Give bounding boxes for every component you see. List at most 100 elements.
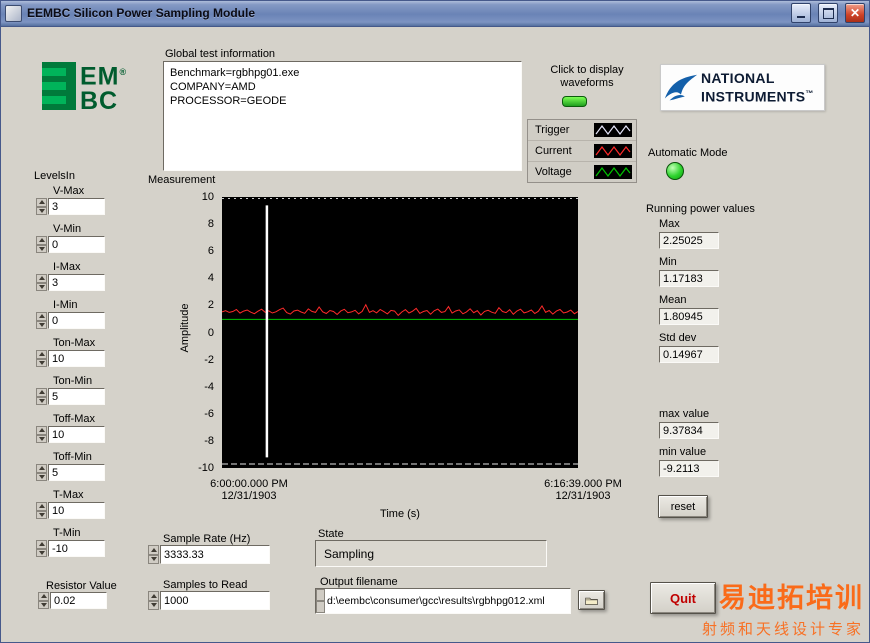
global-test-info-box[interactable]: Benchmark=rgbhpg01.exe COMPANY=AMD PROCE…	[163, 61, 522, 171]
spinner-down-button[interactable]	[36, 435, 47, 444]
output-filename-field[interactable]: d:\eembc\consumer\gcc\results\rgbhpg012.…	[315, 588, 571, 614]
level-spinner[interactable]	[36, 388, 47, 405]
title-bar[interactable]: EEMBC Silicon Power Sampling Module ✕	[0, 0, 870, 27]
level-control-i-max: I-Max	[36, 261, 116, 291]
level-spinner[interactable]	[36, 312, 47, 329]
level-input[interactable]	[48, 502, 105, 519]
spinner-up-button[interactable]	[36, 274, 47, 283]
level-input[interactable]	[48, 426, 105, 443]
resistor-value-label: Resistor Value	[46, 580, 117, 592]
level-input[interactable]	[48, 312, 105, 329]
spinner-up-button[interactable]	[36, 502, 47, 511]
legend-item-trigger[interactable]: Trigger	[528, 120, 636, 141]
y-tick-label: -6	[154, 408, 214, 420]
level-spinner[interactable]	[36, 540, 47, 557]
stat-max-value: max value 9.37834	[646, 408, 719, 439]
level-input[interactable]	[48, 198, 105, 215]
legend-item-label: Voltage	[528, 166, 594, 178]
stat-label: Std dev	[659, 332, 719, 344]
spinner-down-button[interactable]	[36, 321, 47, 330]
spinner-down-button[interactable]	[36, 511, 47, 520]
spinner-down-button[interactable]	[36, 397, 47, 406]
reset-button[interactable]: reset	[658, 495, 708, 518]
stat-mean: Mean 1.80945	[646, 294, 719, 325]
level-input[interactable]	[48, 540, 105, 557]
spinner-up-button[interactable]	[38, 592, 49, 601]
spinner-down-button[interactable]	[36, 245, 47, 254]
level-spinner[interactable]	[36, 350, 47, 367]
spinner-down-button[interactable]	[36, 359, 47, 368]
level-spinner[interactable]	[36, 274, 47, 291]
stat-value: -9.2113	[659, 460, 719, 477]
level-label: T-Max	[53, 489, 116, 501]
resistor-spinner[interactable]	[38, 592, 49, 609]
text-scrollbar[interactable]	[316, 589, 325, 613]
legend-waveform-sample[interactable]	[594, 165, 632, 179]
spinner-up-button[interactable]	[36, 198, 47, 207]
spinner-down-button[interactable]	[148, 601, 159, 611]
close-icon: ✕	[850, 7, 860, 19]
folder-icon	[585, 594, 598, 607]
level-spinner[interactable]	[36, 236, 47, 253]
level-input[interactable]	[48, 350, 105, 367]
spinner-up-button[interactable]	[36, 312, 47, 321]
spinner-down-button[interactable]	[36, 473, 47, 482]
legend-waveform-sample[interactable]	[594, 144, 632, 158]
close-button[interactable]: ✕	[845, 3, 865, 23]
spinner-up-button[interactable]	[148, 545, 159, 555]
spinner-down-button[interactable]	[38, 601, 49, 610]
watermark-line2: 射频和天线设计专家	[702, 618, 864, 639]
browse-folder-button[interactable]	[578, 590, 605, 610]
stat-label: min value	[659, 446, 719, 458]
maximize-button[interactable]	[818, 3, 838, 23]
sample-rate-input[interactable]	[160, 545, 270, 564]
legend-item-voltage[interactable]: Voltage	[528, 162, 636, 182]
levels-list: V-Max V-Min I-Max I-	[36, 185, 116, 565]
level-spinner[interactable]	[36, 198, 47, 215]
waveform-display-led-button[interactable]	[562, 96, 587, 107]
spinner-up-button[interactable]	[36, 236, 47, 245]
global-test-info-line: PROCESSOR=GEODE	[170, 94, 515, 108]
sample-rate-spinner[interactable]	[148, 545, 159, 564]
spinner-down-button[interactable]	[36, 283, 47, 292]
level-label: V-Min	[53, 223, 116, 235]
global-test-info-label: Global test information	[165, 48, 275, 60]
samples-to-read-spinner[interactable]	[148, 591, 159, 610]
level-input[interactable]	[48, 274, 105, 291]
maximize-icon	[823, 8, 834, 19]
level-input[interactable]	[48, 388, 105, 405]
level-spinner[interactable]	[36, 464, 47, 481]
spinner-up-button[interactable]	[36, 540, 47, 549]
global-test-info-line: Benchmark=rgbhpg01.exe	[170, 66, 515, 80]
stat-max: Max 2.25025	[646, 218, 719, 249]
state-indicator: Sampling	[315, 540, 547, 567]
spinner-down-button[interactable]	[36, 207, 47, 216]
level-label: T-Min	[53, 527, 116, 539]
national-instruments-logo: NATIONAL INSTRUMENTS™	[660, 64, 825, 111]
legend-waveform-sample[interactable]	[594, 123, 632, 137]
minimize-button[interactable]	[791, 3, 811, 23]
samples-to-read-input[interactable]	[160, 591, 270, 610]
spinner-up-button[interactable]	[36, 350, 47, 359]
spinner-up-button[interactable]	[36, 388, 47, 397]
x-axis-label: Time (s)	[222, 508, 578, 520]
ni-eagle-icon	[661, 69, 701, 107]
level-input[interactable]	[48, 464, 105, 481]
level-spinner[interactable]	[36, 426, 47, 443]
level-control-i-min: I-Min	[36, 299, 116, 329]
level-spinner[interactable]	[36, 502, 47, 519]
level-input[interactable]	[48, 236, 105, 253]
spinner-up-button[interactable]	[36, 464, 47, 473]
running-power-stats: Max 2.25025 Min 1.17183 Mean 1.80945 Std…	[646, 218, 719, 370]
spinner-up-button[interactable]	[148, 591, 159, 601]
x-axis-end-label: 6:16:39.000 PM 12/31/1903	[524, 478, 642, 502]
resistor-value-input[interactable]	[50, 592, 107, 609]
spinner-up-button[interactable]	[36, 426, 47, 435]
spinner-down-button[interactable]	[36, 549, 47, 558]
automatic-mode-led	[666, 162, 684, 180]
spinner-down-button[interactable]	[148, 555, 159, 565]
y-tick-label: -4	[154, 381, 214, 393]
quit-button[interactable]: Quit	[650, 582, 716, 614]
legend-item-current[interactable]: Current	[528, 141, 636, 162]
state-label: State	[318, 528, 344, 540]
